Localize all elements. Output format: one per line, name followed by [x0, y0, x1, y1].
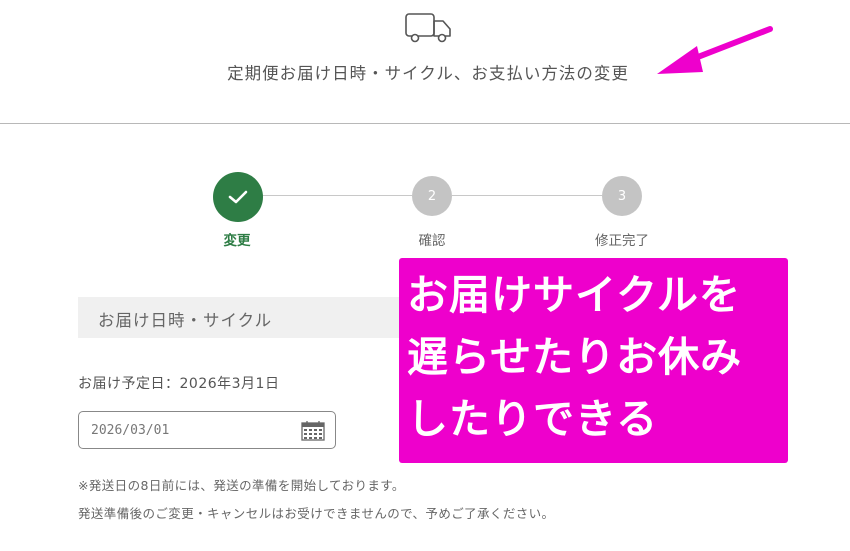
step-connector: [262, 195, 412, 196]
section-header: お届け日時・サイクル: [78, 297, 408, 338]
step-3-label: 修正完了: [595, 233, 649, 249]
step-2-label: 確認: [418, 233, 446, 249]
cancellation-note: 発送準備後のご変更・キャンセルはお受けできませんので、予めご了承ください。: [78, 506, 555, 521]
callout-line: 遅らせたりお休み: [407, 333, 743, 381]
calendar-icon[interactable]: [301, 421, 325, 441]
step-2-circle: 2: [412, 176, 452, 216]
section-title: お届け日時・サイクル: [98, 311, 273, 330]
callout-line: お届けサイクルを: [407, 271, 741, 319]
step-1-circle: [213, 172, 263, 222]
annotation-callout: お届けサイクルを 遅らせたりお休み したりできる: [399, 258, 788, 463]
header-divider: [0, 123, 850, 124]
checkmark-icon: [228, 190, 248, 204]
date-input-value: 2026/03/01: [91, 423, 170, 438]
step-connector: [452, 195, 602, 196]
truck-icon: [405, 13, 451, 43]
scheduled-delivery-date: お届け予定日：2026年3月1日: [78, 376, 280, 392]
callout-line: したりできる: [407, 395, 659, 443]
delivery-date-input[interactable]: 2026/03/01: [78, 411, 336, 449]
shipping-note: ※発送日の8日前には、発送の準備を開始しております。: [78, 478, 405, 493]
step-3-circle: 3: [602, 176, 642, 216]
arrow-pointer-icon: [657, 26, 773, 74]
step-1-label: 変更: [223, 233, 251, 249]
